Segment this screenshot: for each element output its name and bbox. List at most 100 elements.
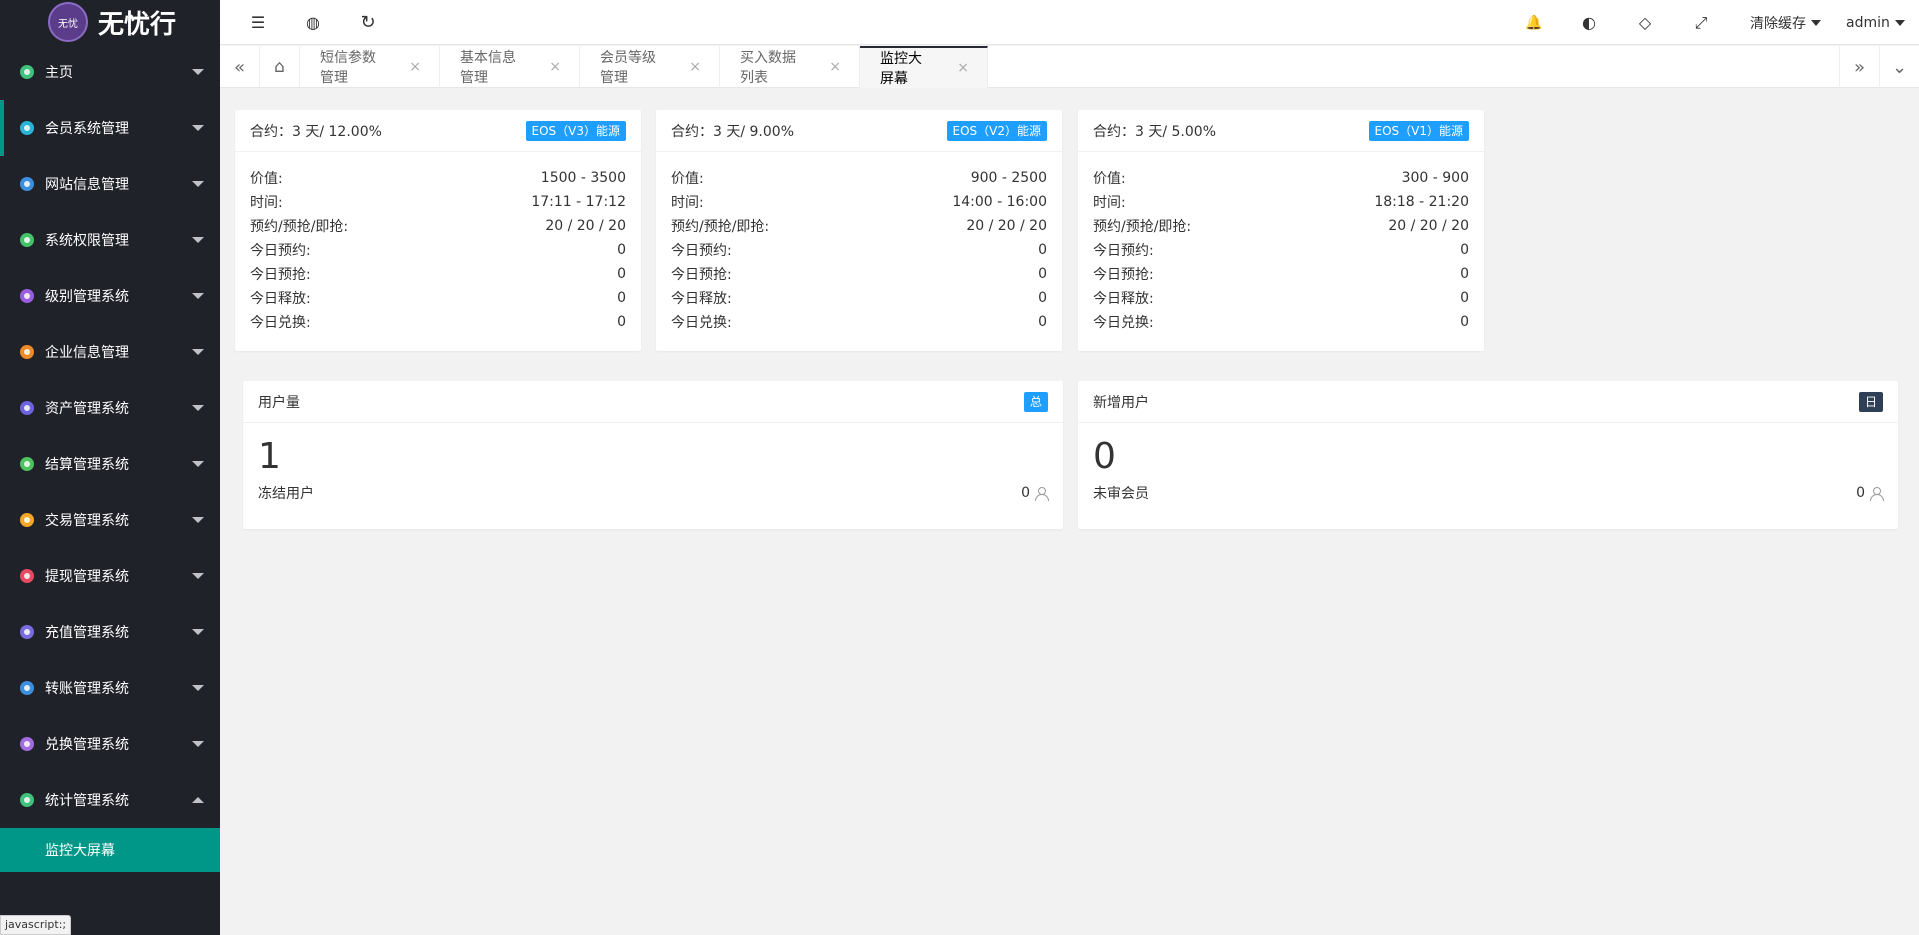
- sidebar-item-statistics[interactable]: 统计管理系统: [0, 772, 220, 828]
- row-value: 0: [1038, 314, 1047, 330]
- close-icon[interactable]: ×: [409, 59, 421, 75]
- sidebar-item-exchange[interactable]: 兑换管理系统: [0, 716, 220, 772]
- row-value: 0: [1460, 290, 1469, 306]
- card-header: 合约：3 天/ 9.00% EOS（V2）能源: [656, 110, 1062, 152]
- user-name: admin: [1846, 14, 1890, 31]
- sidebar-item-transfer[interactable]: 转账管理系统: [0, 660, 220, 716]
- tab-2[interactable]: 会员等级管理 ×: [580, 46, 720, 88]
- chevron-up-icon: [192, 797, 204, 803]
- status-bar-url: javascript:;: [0, 915, 72, 935]
- bell-icon[interactable]: 🔔: [1516, 0, 1552, 45]
- sidebar-item-enterprise[interactable]: 企业信息管理: [0, 324, 220, 380]
- chevron-down-icon: [192, 629, 204, 635]
- asset-icon: [20, 401, 34, 415]
- tabs-scroll-left-icon[interactable]: «: [220, 46, 260, 88]
- contract-badge: EOS（V2）能源: [946, 120, 1047, 141]
- stat-title: 新增用户: [1093, 394, 1149, 411]
- contract-row: 今日兑换: 0: [656, 310, 1062, 334]
- tab-label: 买入数据列表: [740, 50, 796, 86]
- contract-row: 今日预约: 0: [656, 238, 1062, 262]
- sidebar-subitem-monitor-screen[interactable]: 监控大屏幕: [0, 828, 220, 872]
- row-key: 价值:: [1093, 171, 1126, 187]
- sidebar-item-label: 网站信息管理: [45, 177, 129, 193]
- chevron-down-icon: [192, 181, 204, 187]
- sidebar-item-asset[interactable]: 资产管理系统: [0, 380, 220, 436]
- sidebar-item-label: 提现管理系统: [45, 569, 129, 585]
- contract-row: 时间: 18:18 - 21:20: [1078, 190, 1484, 214]
- sidebar-item-label: 资产管理系统: [45, 401, 129, 417]
- sidebar-menu: 主页会员系统管理网站信息管理 系统权限管理级别管理系统 企业信息管理资产管理系统 结算…: [0, 44, 220, 828]
- tabs-bar: « ⌂ 短信参数管理 × 基本信息管理 × 会员等级管理 × 买入数据列表 × 监控大屏幕 × »…: [220, 46, 1919, 88]
- contract-title: 合约：3 天/ 5.00%: [1093, 123, 1216, 140]
- menu-toggle-icon[interactable]: ☰: [240, 0, 276, 45]
- row-key: 今日预抢:: [1093, 267, 1154, 283]
- contract-row: 价值: 1500 - 3500: [235, 166, 641, 190]
- close-icon[interactable]: ×: [689, 59, 701, 75]
- sidebar-item-recharge[interactable]: 充值管理系统: [0, 604, 220, 660]
- sidebar-item-label: 交易管理系统: [45, 513, 129, 529]
- home-icon[interactable]: ⌂: [260, 46, 300, 88]
- tabs-scroll-right-icon[interactable]: »: [1839, 46, 1879, 88]
- sidebar-item-label: 兑换管理系统: [45, 737, 129, 753]
- row-key: 今日预抢:: [671, 267, 732, 283]
- contract-row: 预约/预抢/即抢: 20 / 20 / 20: [656, 214, 1062, 238]
- contract-row: 今日预抢: 0: [656, 262, 1062, 286]
- close-icon[interactable]: ×: [829, 59, 841, 75]
- card-header: 用户量 总: [243, 381, 1063, 423]
- row-value: 0: [1460, 314, 1469, 330]
- tab-label: 会员等级管理: [600, 50, 656, 86]
- row-key: 今日预约:: [1093, 243, 1154, 259]
- fullscreen-icon[interactable]: ⤢: [1683, 0, 1719, 45]
- theme-icon[interactable]: ◐: [1571, 0, 1607, 45]
- contract-card: 合约：3 天/ 9.00% EOS（V2）能源 价值: 900 - 2500 时间: 14…: [656, 110, 1062, 351]
- contract-row: 今日兑换: 0: [1078, 310, 1484, 334]
- row-value: 1500 - 3500: [540, 170, 626, 186]
- sidebar-item-member[interactable]: 会员系统管理: [0, 100, 220, 156]
- sidebar-item-label: 结算管理系统: [45, 457, 129, 473]
- user-icon: [1869, 486, 1884, 501]
- tab-3[interactable]: 买入数据列表 ×: [720, 46, 860, 88]
- sidebar-item-home[interactable]: 主页: [0, 44, 220, 100]
- chevron-down-icon: [192, 741, 204, 747]
- tab-4[interactable]: 监控大屏幕 ×: [860, 46, 988, 88]
- statistics-icon: [20, 793, 34, 807]
- sidebar-item-withdraw[interactable]: 提现管理系统: [0, 548, 220, 604]
- close-icon[interactable]: ×: [549, 59, 561, 75]
- tab-1[interactable]: 基本信息管理 ×: [440, 46, 580, 88]
- sidebar-item-label: 主页: [45, 65, 73, 81]
- close-icon[interactable]: ×: [957, 60, 969, 76]
- globe-icon: [20, 177, 34, 191]
- sidebar-item-level[interactable]: 级别管理系统: [0, 268, 220, 324]
- stat-card: 新增用户 日 0 未审会员 0: [1078, 381, 1898, 529]
- refresh-icon[interactable]: ↻: [350, 0, 386, 45]
- clear-cache-button[interactable]: 清除缓存: [1750, 0, 1821, 45]
- tag-icon[interactable]: ◇: [1627, 0, 1663, 45]
- stat-footer-value-wrap: 0: [1021, 485, 1049, 501]
- contract-row: 价值: 300 - 900: [1078, 166, 1484, 190]
- tabs-more-icon[interactable]: ⌄: [1879, 46, 1919, 88]
- sidebar-item-label: 系统权限管理: [45, 233, 129, 249]
- contract-row: 预约/预抢/即抢: 20 / 20 / 20: [1078, 214, 1484, 238]
- stat-title: 用户量: [258, 394, 300, 411]
- chevron-down-icon: [192, 69, 204, 75]
- contract-row: 今日释放: 0: [1078, 286, 1484, 310]
- globe-icon[interactable]: ◍: [295, 0, 331, 45]
- row-value: 0: [617, 290, 626, 306]
- trade-icon: [20, 513, 34, 527]
- sidebar-item-settlement[interactable]: 结算管理系统: [0, 436, 220, 492]
- stat-footer-value: 0: [1021, 485, 1030, 501]
- sidebar-subitem-label: 监控大屏幕: [45, 843, 115, 859]
- permission-icon: [20, 233, 34, 247]
- row-value: 0: [1038, 290, 1047, 306]
- logo[interactable]: 无忧 无忧行: [0, 0, 220, 44]
- row-key: 今日释放:: [1093, 291, 1154, 307]
- sidebar-item-globe[interactable]: 网站信息管理: [0, 156, 220, 212]
- sidebar-item-permission[interactable]: 系统权限管理: [0, 212, 220, 268]
- enterprise-icon: [20, 345, 34, 359]
- sidebar-item-trade[interactable]: 交易管理系统: [0, 492, 220, 548]
- contract-row: 今日释放: 0: [656, 286, 1062, 310]
- row-key: 今日预约:: [671, 243, 732, 259]
- tab-label: 短信参数管理: [320, 50, 376, 86]
- user-menu[interactable]: admin: [1846, 0, 1905, 45]
- tab-0[interactable]: 短信参数管理 ×: [300, 46, 440, 88]
